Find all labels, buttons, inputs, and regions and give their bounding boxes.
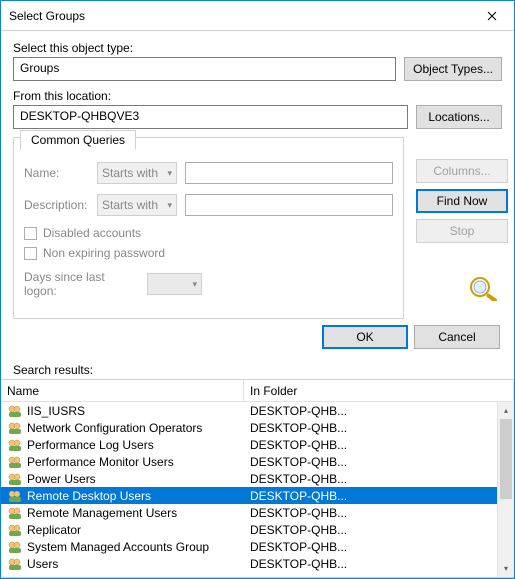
- row-name: Power Users: [27, 472, 96, 486]
- column-header-name[interactable]: Name: [1, 381, 244, 401]
- results-grid: Name In Folder IIS_IUSRSDESKTOP-QHB...Ne…: [1, 379, 514, 578]
- columns-button[interactable]: Columns...: [416, 159, 508, 183]
- ok-button[interactable]: OK: [322, 325, 408, 349]
- window-title: Select Groups: [1, 9, 469, 23]
- description-filter-input[interactable]: [185, 194, 393, 216]
- row-folder: DESKTOP-QHB...: [244, 489, 497, 503]
- titlebar[interactable]: Select Groups: [1, 1, 514, 31]
- non-expiring-checkbox[interactable]: Non expiring password: [24, 246, 393, 260]
- stop-button[interactable]: Stop: [416, 219, 508, 243]
- find-now-button[interactable]: Find Now: [416, 189, 508, 213]
- row-folder: DESKTOP-QHB...: [244, 421, 497, 435]
- days-since-label: Days since last logon:: [24, 270, 139, 298]
- row-folder: DESKTOP-QHB...: [244, 404, 497, 418]
- object-type-field: Groups: [13, 57, 396, 81]
- row-name: System Managed Accounts Group: [27, 540, 209, 554]
- group-icon: [7, 403, 23, 419]
- locations-button[interactable]: Locations...: [416, 105, 502, 129]
- row-name: Remote Management Users: [27, 506, 177, 520]
- disabled-accounts-checkbox[interactable]: Disabled accounts: [24, 226, 393, 240]
- cancel-button[interactable]: Cancel: [414, 325, 500, 349]
- table-row[interactable]: Remote Desktop Users DESKTOP-QHB...: [1, 487, 497, 504]
- table-row[interactable]: Performance Log Users DESKTOP-QHB...: [1, 436, 497, 453]
- table-row[interactable]: Remote Management Users DESKTOP-QHB...: [1, 504, 497, 521]
- row-folder: DESKTOP-QHB...: [244, 557, 497, 571]
- description-mode-value: Starts with: [102, 198, 158, 212]
- table-row[interactable]: IIS_IUSRS DESKTOP-QHB...: [1, 402, 497, 419]
- group-icon: [7, 522, 23, 538]
- group-icon: [7, 471, 23, 487]
- object-types-button[interactable]: Object Types...: [404, 57, 502, 81]
- row-name: Remote Desktop Users: [27, 489, 151, 503]
- table-row[interactable]: System Managed Accounts Group DESKTOP-QHB…: [1, 538, 497, 555]
- row-name: Network Configuration Operators: [27, 421, 202, 435]
- scroll-thumb[interactable]: [500, 419, 512, 499]
- table-row[interactable]: Network Configuration Operators DESKTOP-Q…: [1, 419, 497, 436]
- group-icon: [7, 437, 23, 453]
- checkbox-box-icon: [24, 227, 37, 240]
- location-field: DESKTOP-QHBQVE3: [13, 105, 408, 129]
- non-expiring-label: Non expiring password: [43, 246, 165, 260]
- name-filter-input[interactable]: [185, 162, 393, 184]
- results-body[interactable]: IIS_IUSRSDESKTOP-QHB...Network Configura…: [1, 402, 514, 577]
- row-folder: DESKTOP-QHB...: [244, 523, 497, 537]
- close-icon: [487, 11, 497, 21]
- search-results-label: Search results:: [13, 363, 514, 377]
- table-row[interactable]: Users DESKTOP-QHB...: [1, 555, 497, 572]
- description-filter-label: Description:: [24, 198, 89, 212]
- scrollbar[interactable]: ▴ ▾: [497, 402, 514, 577]
- group-icon: [7, 420, 23, 436]
- row-folder: DESKTOP-QHB...: [244, 540, 497, 554]
- row-name: IIS_IUSRS: [27, 404, 85, 418]
- chevron-down-icon: ▾: [192, 279, 197, 290]
- scroll-down-icon[interactable]: ▾: [498, 560, 514, 577]
- row-name: Performance Monitor Users: [27, 455, 174, 469]
- table-row[interactable]: Replicator DESKTOP-QHB...: [1, 521, 497, 538]
- description-mode-combo[interactable]: Starts with ▾: [97, 194, 177, 216]
- search-icon: [468, 275, 502, 304]
- chevron-down-icon: ▾: [167, 200, 172, 211]
- common-queries-tab[interactable]: Common Queries: [20, 130, 136, 150]
- close-button[interactable]: [469, 1, 514, 31]
- group-icon: [7, 505, 23, 521]
- group-icon: [7, 539, 23, 555]
- name-mode-value: Starts with: [102, 166, 158, 180]
- table-row[interactable]: Power Users DESKTOP-QHB...: [1, 470, 497, 487]
- row-name: Performance Log Users: [27, 438, 154, 452]
- name-filter-label: Name:: [24, 166, 89, 180]
- days-since-combo[interactable]: ▾: [147, 273, 202, 295]
- row-folder: DESKTOP-QHB...: [244, 455, 497, 469]
- column-header-folder[interactable]: In Folder: [244, 381, 514, 401]
- group-icon: [7, 454, 23, 470]
- row-name: Users: [27, 557, 58, 571]
- row-name: Replicator: [27, 523, 81, 537]
- common-queries-panel: Common Queries Name: Starts with ▾ Descr…: [13, 137, 404, 319]
- row-folder: DESKTOP-QHB...: [244, 472, 497, 486]
- group-icon: [7, 556, 23, 572]
- group-icon: [7, 488, 23, 504]
- scroll-up-icon[interactable]: ▴: [498, 402, 514, 419]
- table-row[interactable]: Performance Monitor Users DESKTOP-QHB...: [1, 453, 497, 470]
- object-type-label: Select this object type:: [13, 41, 502, 55]
- results-header: Name In Folder: [1, 380, 514, 402]
- name-mode-combo[interactable]: Starts with ▾: [97, 162, 177, 184]
- chevron-down-icon: ▾: [167, 168, 172, 179]
- checkbox-box-icon: [24, 247, 37, 260]
- row-folder: DESKTOP-QHB...: [244, 438, 497, 452]
- row-folder: DESKTOP-QHB...: [244, 506, 497, 520]
- location-label: From this location:: [13, 89, 502, 103]
- disabled-accounts-label: Disabled accounts: [43, 226, 141, 240]
